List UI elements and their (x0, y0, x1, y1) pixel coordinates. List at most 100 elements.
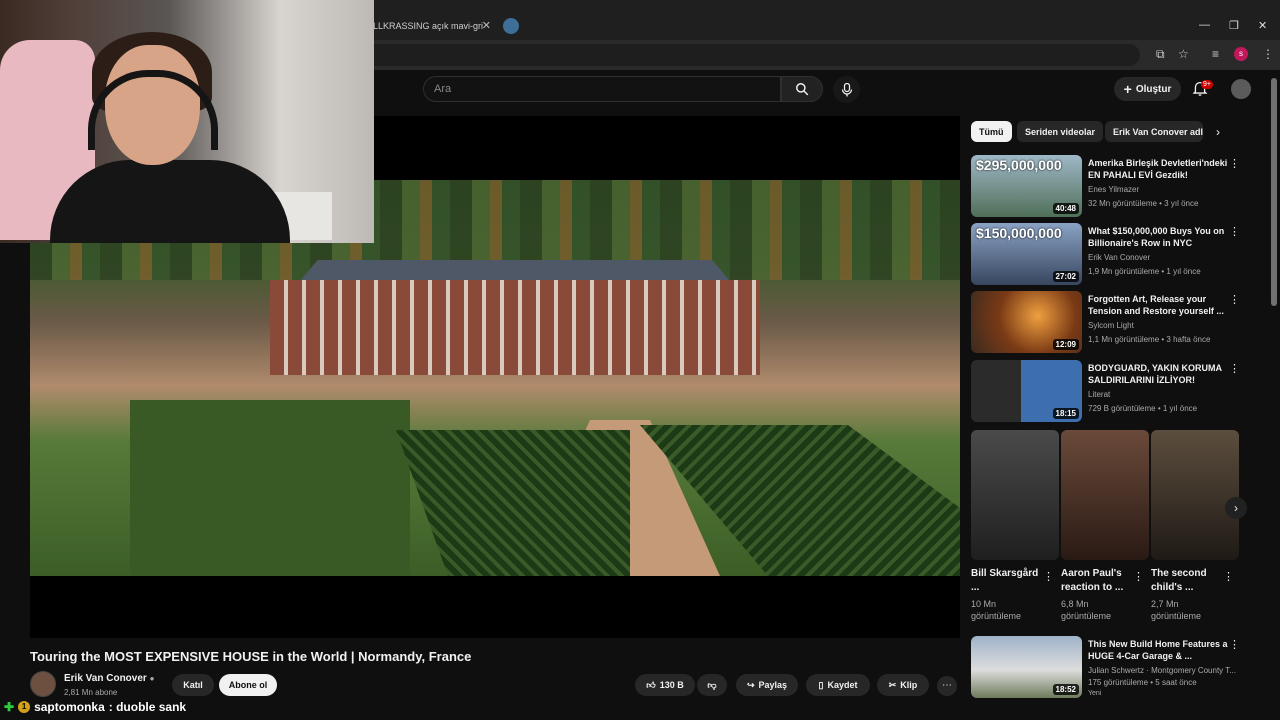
recommendation-title[interactable]: Forgotten Art, Release your Tension and … (1088, 293, 1228, 317)
recommendation-channel[interactable]: Erik Van Conover (1088, 253, 1150, 262)
recommendation-meta: 32 Mn görüntüleme • 3 yıl önce (1088, 199, 1199, 208)
short-item[interactable]: Aaron Paul's reaction to ... 6,8 Mn görü… (1061, 430, 1149, 622)
recommendation-thumbnail[interactable]: $150,000,000 27:02 (971, 223, 1082, 285)
recommendation-channel[interactable]: Julian Schwertz · Montgomery County T... (1088, 666, 1236, 675)
share-button[interactable]: ↪ Paylaş (736, 674, 798, 696)
short-views: 6,8 Mn görüntüleme (1061, 599, 1112, 621)
search-input[interactable]: Ara (423, 76, 781, 102)
recommendation-title[interactable]: Amerika Birleşik Devletleri'ndeki EN PAH… (1088, 157, 1228, 181)
kebab-menu-icon[interactable]: ⋮ (1133, 570, 1144, 583)
create-button[interactable]: + Oluştur (1114, 77, 1181, 101)
chip-channel[interactable]: Erik Van Conover adlı (1105, 121, 1203, 142)
kebab-menu-icon[interactable]: ⋮ (1229, 638, 1240, 651)
recommendation-title[interactable]: This New Build Home Features a HUGE 4-Ca… (1088, 638, 1228, 662)
recommendation-title[interactable]: BODYGUARD, YAKIN KORUMA SALDIRILARINI İZ… (1088, 362, 1228, 386)
save-label: Kaydet (827, 680, 858, 690)
short-title[interactable]: Bill Skarsgård ... (971, 567, 1041, 595)
recommendation-thumbnail[interactable]: 18:15 (971, 360, 1082, 422)
chrome-menu-icon[interactable]: ⋮ (1262, 47, 1274, 61)
kebab-menu-icon[interactable]: ⋮ (1229, 225, 1240, 238)
duration-badge: 40:48 (1052, 203, 1079, 214)
more-actions-button[interactable]: ⋯ (937, 676, 957, 696)
bookmark-star-icon[interactable]: ☆ (1178, 47, 1189, 61)
microphone-icon (841, 82, 852, 96)
thumbnail-text: $295,000,000 (976, 157, 1062, 173)
maximize-icon[interactable]: ❐ (1229, 19, 1239, 32)
recommendation-channel[interactable]: Enes Yilmazer (1088, 185, 1139, 194)
short-views: 2,7 Mn görüntüleme (1151, 599, 1202, 621)
account-avatar[interactable] (1231, 79, 1251, 99)
short-title[interactable]: Aaron Paul's reaction to ... (1061, 567, 1131, 595)
kebab-menu-icon[interactable]: ⋮ (1229, 362, 1240, 375)
chevron-right-icon[interactable]: › (1216, 125, 1220, 139)
short-thumbnail[interactable] (971, 430, 1059, 560)
short-thumbnail[interactable] (1151, 430, 1239, 560)
recommendation-channel[interactable]: Sylcom Light (1088, 321, 1134, 330)
search-button[interactable] (781, 76, 823, 102)
recommendation-thumbnail[interactable]: 18:52 (971, 636, 1082, 698)
channel-avatar[interactable] (30, 671, 56, 697)
minimize-icon[interactable]: — (1199, 19, 1210, 31)
channel-name-text: Erik Van Conover (64, 673, 147, 684)
video-title: Touring the MOST EXPENSIVE HOUSE in the … (30, 649, 472, 664)
channel-name[interactable]: Erik Van Conover ● (64, 673, 154, 684)
notification-count-badge: 9+ (1201, 80, 1213, 89)
chateau-facade (270, 280, 760, 375)
profile-avatar[interactable]: s (1234, 47, 1248, 61)
like-count: 130 B (659, 680, 684, 690)
kebab-menu-icon[interactable]: ⋮ (1229, 293, 1240, 306)
short-views: 10 Mn görüntüleme (971, 599, 1022, 621)
dislike-button[interactable]: 👎︎ (697, 674, 727, 696)
verified-icon: ● (149, 674, 155, 683)
recommendation-item[interactable]: 18:52 This New Build Home Features a HUG… (971, 636, 1261, 700)
search-icon (796, 83, 809, 96)
clip-label: Klip (900, 680, 918, 690)
short-item[interactable]: Bill Skarsgård ... 10 Mn görüntüleme ⋮ (971, 430, 1059, 622)
plus-icon: + (1123, 81, 1132, 97)
close-tab-icon[interactable]: ✕ (482, 19, 491, 32)
recommendation-thumbnail[interactable]: 12:09 (971, 291, 1082, 353)
duration-badge: 18:15 (1052, 408, 1079, 419)
cast-icon[interactable]: ⧉ (1156, 47, 1165, 62)
join-button[interactable]: Katıl (172, 674, 214, 696)
tab-favicon-icon[interactable] (503, 18, 519, 34)
share-label: Paylaş (758, 680, 788, 690)
recommendation-channel[interactable]: Literat (1088, 390, 1110, 399)
browser-tab[interactable]: LLKRASSING açık mavi-gri ✕ (365, 14, 491, 38)
clip-button[interactable]: ✂ Klip (877, 674, 929, 696)
subscribe-button[interactable]: Abone ol (219, 674, 277, 696)
hedge-garden (130, 400, 410, 576)
chip-all[interactable]: Tümü (971, 121, 1012, 142)
recommendation-title[interactable]: What $150,000,000 Buys You on Billionair… (1088, 225, 1228, 249)
page-scrollbar[interactable] (1271, 78, 1277, 306)
short-item[interactable]: The second child's ... 2,7 Mn görüntülem… (1151, 430, 1239, 622)
shorts-next-button[interactable]: › (1225, 497, 1247, 519)
chip-series[interactable]: Seriden videolar (1017, 121, 1104, 142)
short-title[interactable]: The second child's ... (1151, 567, 1221, 595)
webcam-overlay (0, 0, 374, 243)
voice-search-button[interactable] (833, 76, 860, 103)
recommendation-item[interactable]: $150,000,000 27:02 What $150,000,000 Buy… (971, 223, 1261, 287)
close-window-icon[interactable]: ✕ (1258, 19, 1267, 32)
save-button[interactable]: ▯ Kaydet (806, 674, 870, 696)
recommendation-meta: 1,9 Mn görüntüleme • 1 yıl önce (1088, 267, 1201, 276)
kebab-menu-icon[interactable]: ⋮ (1043, 570, 1054, 583)
recommendation-item[interactable]: 18:15 BODYGUARD, YAKIN KORUMA SALDIRILAR… (971, 360, 1261, 424)
short-thumbnail[interactable] (1061, 430, 1149, 560)
subscriber-count: 2,81 Mn abone (64, 688, 118, 697)
thumbs-up-icon: 👍︎ (646, 679, 656, 690)
chat-username: saptomonka (34, 700, 105, 714)
chat-badge: 1 (18, 701, 31, 713)
recommendation-item[interactable]: 12:09 Forgotten Art, Release your Tensio… (971, 291, 1261, 355)
new-badge: Yeni (1088, 690, 1102, 697)
reading-list-icon[interactable]: ≡ (1212, 47, 1219, 61)
like-button[interactable]: 👍︎ 130 B (635, 674, 695, 696)
recommendation-item[interactable]: $295,000,000 40:48 Amerika Birleşik Devl… (971, 155, 1261, 219)
share-icon: ↪ (746, 679, 755, 690)
scissors-icon: ✂ (888, 679, 897, 690)
kebab-menu-icon[interactable]: ⋮ (1229, 157, 1240, 170)
thumbnail-text: $150,000,000 (976, 225, 1062, 241)
recommendation-thumbnail[interactable]: $295,000,000 40:48 (971, 155, 1082, 217)
omnibox[interactable] (360, 44, 1140, 66)
kebab-menu-icon[interactable]: ⋮ (1223, 570, 1234, 583)
